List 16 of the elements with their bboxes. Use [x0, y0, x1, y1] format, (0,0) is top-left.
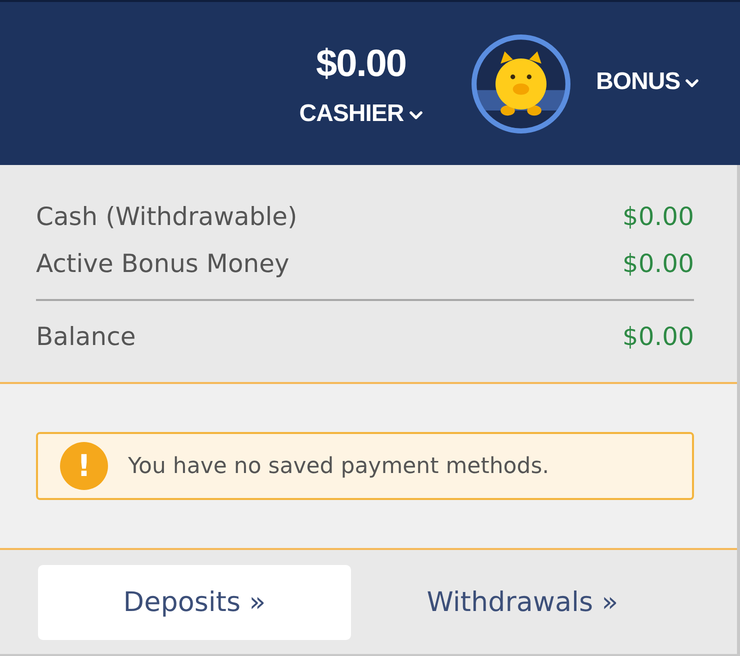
row-value: $0.00	[622, 248, 694, 280]
piggy-bank-avatar-icon[interactable]	[470, 32, 572, 134]
balance-value: $0.00	[622, 321, 694, 353]
balance-amount: $0.00	[316, 43, 406, 86]
bonus-menu[interactable]: BONUS	[596, 68, 700, 96]
row-label: Cash (Withdrawable)	[36, 201, 298, 233]
balance-label: Balance	[36, 321, 136, 353]
cashier-menu[interactable]: CASHIER	[299, 100, 423, 128]
tab[interactable]: Deposits »	[38, 564, 351, 640]
row-value: $0.00	[622, 201, 694, 233]
chevron-down-icon	[408, 111, 423, 120]
row-label: Active Bonus Money	[36, 248, 290, 280]
alert-message: You have no saved payment methods.	[128, 454, 550, 478]
chevron-down-icon	[685, 78, 700, 88]
warning-icon: !	[60, 442, 108, 490]
tab[interactable]: Withdrawals »	[351, 564, 694, 640]
